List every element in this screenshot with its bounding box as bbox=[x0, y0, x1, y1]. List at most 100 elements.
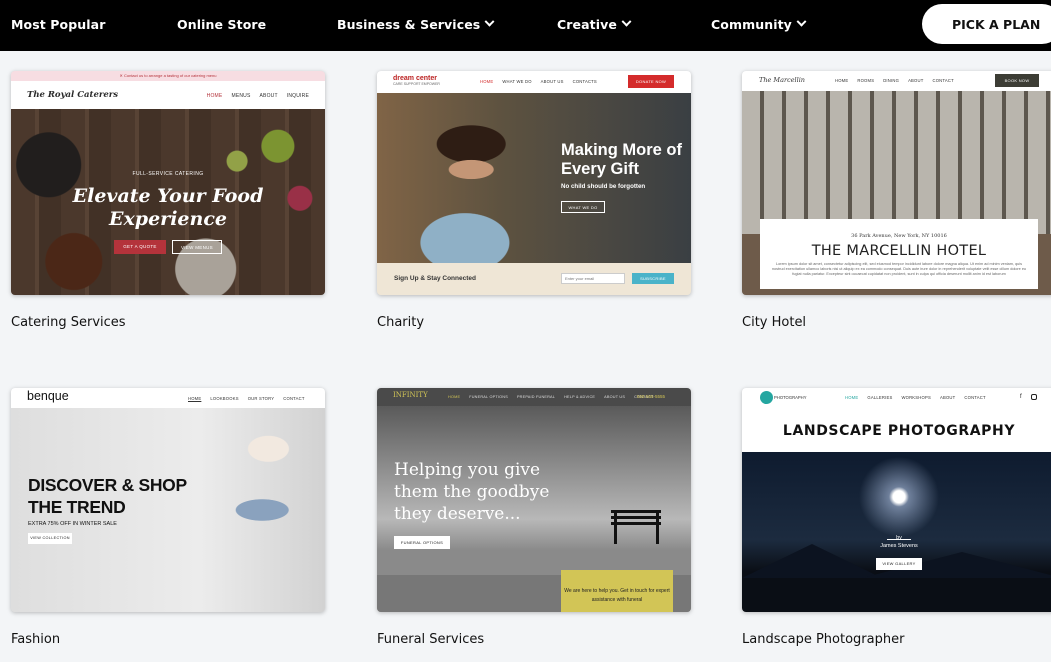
charity-links: HOME WHAT WE DO ABOUT US CONTACTS bbox=[471, 79, 597, 84]
landscape-logo: PHOTOGRAPHY bbox=[774, 395, 807, 400]
template-card-charity: dream center CARE SUPPORT EMPOWER HOME WHA… bbox=[377, 71, 691, 341]
nav-most-popular[interactable]: Most Popular bbox=[11, 0, 105, 48]
catering-topbar-text: Contact us to arrange a tasting of our c… bbox=[123, 73, 217, 78]
fashion-nav: benque HOME LOOKBOOKS OUR STORY CONTACT bbox=[11, 388, 325, 408]
landscape-logo-mark bbox=[760, 391, 773, 404]
funeral-link: FUNERAL OPTIONS bbox=[469, 395, 508, 399]
fashion-link: OUR STORY bbox=[247, 396, 275, 401]
template-card-funeral: INFINITY HOME FUNERAL OPTIONS PREPAID FUNE… bbox=[377, 388, 691, 658]
template-card-fashion: benque HOME LOOKBOOKS OUR STORY CONTACT DIS… bbox=[11, 388, 325, 658]
charity-hero-image: Making More of Every Gift No child shoul… bbox=[377, 93, 691, 263]
template-label[interactable]: Catering Services bbox=[11, 315, 126, 330]
fashion-hero-image: DISCOVER & SHOP THE TREND EXTRA 75% OFF … bbox=[11, 408, 325, 612]
catering-hero-image: FULL-SERVICE CATERING Elevate Your Food … bbox=[11, 109, 325, 295]
hotel-link: CONTACT bbox=[932, 78, 954, 83]
chevron-down-icon bbox=[484, 16, 495, 27]
landscape-author: James Stevens bbox=[880, 543, 918, 549]
landscape-link: ABOUT bbox=[939, 395, 956, 400]
funeral-links: HOME FUNERAL OPTIONS PREPAID FUNERAL HELP &… bbox=[439, 395, 654, 399]
charity-subtitle: No child should be forgotten bbox=[561, 183, 646, 190]
chevron-down-icon bbox=[621, 16, 632, 27]
catering-link: MENUS bbox=[231, 93, 251, 99]
landscape-by: by bbox=[896, 535, 902, 541]
catering-menus-button: VIEW MENUS bbox=[172, 240, 222, 254]
nav-creative-label: Creative bbox=[557, 16, 617, 32]
charity-logo-text: dream center bbox=[393, 75, 437, 82]
template-preview-catering[interactable]: ✕ Contact us to arrange a tasting of our… bbox=[11, 71, 325, 295]
template-card-catering: ✕ Contact us to arrange a tasting of our… bbox=[11, 71, 325, 341]
funeral-phone: 555-555-5555 bbox=[637, 394, 666, 399]
charity-donate-button: DONATE NOW bbox=[628, 75, 674, 88]
charity-link: WHAT WE DO bbox=[502, 79, 532, 84]
funeral-link: ABOUT US bbox=[604, 395, 626, 399]
hotel-link: DINING bbox=[883, 78, 900, 83]
fashion-collection-button: VIEW COLLECTION bbox=[28, 533, 72, 544]
template-label[interactable]: Charity bbox=[377, 315, 424, 330]
hotel-link: ABOUT bbox=[908, 78, 924, 83]
landscape-link: GALLERIES bbox=[867, 395, 893, 400]
nav-community[interactable]: Community bbox=[711, 0, 807, 48]
landscape-hero-image: by James Stevens VIEW GALLERY bbox=[742, 452, 1051, 612]
fashion-link: CONTACT bbox=[283, 396, 305, 401]
funeral-link: PREPAID FUNERAL bbox=[516, 395, 556, 399]
catering-link: INQUIRE bbox=[286, 93, 309, 99]
nav-business-services[interactable]: Business & Services bbox=[337, 0, 495, 48]
funeral-options-button: FUNERAL OPTIONS bbox=[394, 536, 450, 549]
template-label[interactable]: Fashion bbox=[11, 632, 60, 647]
landscape-title-band: LANDSCAPE PHOTOGRAPHY bbox=[742, 408, 1051, 452]
catering-topbar: ✕ Contact us to arrange a tasting of our… bbox=[11, 71, 325, 81]
landscape-link: HOME bbox=[845, 395, 859, 400]
template-preview-fashion[interactable]: benque HOME LOOKBOOKS OUR STORY CONTACT DIS… bbox=[11, 388, 325, 612]
charity-link: HOME bbox=[480, 79, 494, 84]
charity-link: CONTACTS bbox=[572, 79, 597, 84]
nav-creative[interactable]: Creative bbox=[557, 0, 632, 48]
nav-business-services-label: Business & Services bbox=[337, 16, 481, 32]
template-card-landscape: PHOTOGRAPHY HOME GALLERIES WORKSHOPS ABOUT C… bbox=[742, 388, 1051, 658]
template-preview-hotel[interactable]: The Marcellin HOME ROOMS DINING ABOUT CONTAC… bbox=[742, 71, 1051, 295]
landscape-gallery-button: VIEW GALLERY bbox=[876, 558, 922, 570]
charity-what-we-do-button: WHAT WE DO bbox=[561, 201, 605, 213]
charity-signup-bar: Sign Up & Stay Connected Enter your emai… bbox=[377, 263, 691, 295]
catering-kicker: FULL-SERVICE CATERING bbox=[132, 171, 204, 177]
hotel-nav: The Marcellin HOME ROOMS DINING ABOUT CONTAC… bbox=[742, 71, 1051, 91]
hotel-link: HOME bbox=[835, 78, 849, 83]
charity-logo-sub: CARE SUPPORT EMPOWER bbox=[393, 82, 440, 86]
pick-a-plan-button[interactable]: PICK A PLAN bbox=[922, 4, 1051, 44]
hotel-description: Lorem ipsum dolor sit amet, consectetur … bbox=[771, 262, 1027, 276]
nav-community-label: Community bbox=[711, 16, 792, 32]
template-preview-charity[interactable]: dream center CARE SUPPORT EMPOWER HOME WHA… bbox=[377, 71, 691, 295]
hotel-address: 36 Park Avenue, New York, NY 10016 bbox=[851, 233, 947, 239]
template-label[interactable]: Funeral Services bbox=[377, 632, 484, 647]
fashion-promo: EXTRA 75% OFF IN WINTER SALE bbox=[28, 521, 117, 527]
fashion-links: HOME LOOKBOOKS OUR STORY CONTACT bbox=[179, 396, 305, 401]
charity-logo: dream center CARE SUPPORT EMPOWER bbox=[393, 75, 440, 86]
landscape-nav: PHOTOGRAPHY HOME GALLERIES WORKSHOPS ABOUT C… bbox=[742, 388, 1051, 408]
funeral-logo: INFINITY bbox=[393, 391, 428, 399]
fashion-title: DISCOVER & SHOP THE TREND bbox=[28, 475, 187, 517]
charity-link: ABOUT US bbox=[540, 79, 564, 84]
template-label[interactable]: Landscape Photographer bbox=[742, 632, 904, 647]
funeral-link: HELP & ADVICE bbox=[564, 395, 596, 399]
instagram-icon bbox=[1031, 394, 1037, 400]
catering-links: HOME MENUS ABOUT INQUIRE bbox=[198, 93, 309, 99]
charity-signup-text: Sign Up & Stay Connected bbox=[394, 275, 476, 282]
landscape-links: HOME GALLERIES WORKSHOPS ABOUT CONTACT bbox=[836, 395, 986, 400]
funeral-nav: INFINITY HOME FUNERAL OPTIONS PREPAID FUNE… bbox=[377, 388, 691, 406]
template-preview-landscape[interactable]: PHOTOGRAPHY HOME GALLERIES WORKSHOPS ABOUT C… bbox=[742, 388, 1051, 612]
catering-nav: The Royal Caterers HOME MENUS ABOUT INQUIRE bbox=[11, 81, 325, 109]
template-preview-funeral[interactable]: INFINITY HOME FUNERAL OPTIONS PREPAID FUNE… bbox=[377, 388, 691, 612]
funeral-help-box: We are here to help you. Get in touch fo… bbox=[561, 570, 673, 612]
fashion-link: HOME bbox=[188, 396, 202, 401]
catering-title: Elevate Your Food Experience bbox=[72, 185, 264, 230]
catering-link: HOME bbox=[206, 93, 223, 99]
fashion-link: LOOKBOOKS bbox=[210, 396, 239, 401]
hotel-logo: The Marcellin bbox=[759, 76, 805, 84]
hotel-info-card: 36 Park Avenue, New York, NY 10016 THE M… bbox=[760, 219, 1038, 289]
catering-logo: The Royal Caterers bbox=[27, 90, 118, 100]
landscape-link: WORKSHOPS bbox=[901, 395, 931, 400]
funeral-title: Helping you give them the goodbye they d… bbox=[394, 460, 550, 524]
landscape-link: CONTACT bbox=[964, 395, 986, 400]
template-label[interactable]: City Hotel bbox=[742, 315, 806, 330]
catering-quote-button: GET A QUOTE bbox=[114, 240, 166, 254]
nav-online-store[interactable]: Online Store bbox=[177, 0, 266, 48]
